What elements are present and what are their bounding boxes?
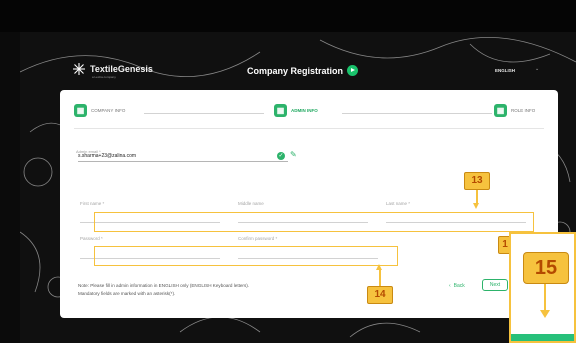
play-icon[interactable] (347, 65, 358, 76)
logo-icon (73, 63, 85, 75)
step-admin-info[interactable]: ▦ ADMIN INFO (274, 104, 318, 117)
name-fields-highlight[interactable] (94, 212, 534, 232)
note-line-2: Mandatory fields are marked with an aste… (78, 290, 176, 296)
annotation-badge-14: 14 (367, 286, 393, 304)
back-label: Back (453, 283, 465, 289)
step-label: ADMIN INFO (291, 108, 318, 113)
zoomed-next-button-edge (511, 334, 574, 341)
step-label: COMPANY INFO (91, 108, 126, 113)
email-underline (78, 161, 288, 162)
annotation-badge-13: 13 (464, 172, 490, 190)
page-title: Company Registration (247, 66, 344, 76)
divider (74, 128, 544, 129)
arrow-up-icon (376, 264, 382, 270)
building-icon: ▦ (74, 104, 87, 117)
building-icon: ▦ (494, 104, 507, 117)
zoom-callout-panel: 15 (509, 232, 576, 343)
logo-subtitle: a Lectra company (92, 75, 116, 79)
step-label: ROLE INFO (511, 108, 536, 113)
stepper-connector (144, 113, 264, 114)
app-header: TextileGenesis a Lectra company Company … (20, 32, 576, 82)
annotation-badge-15: 15 (523, 252, 569, 284)
check-circle-icon: ✓ (277, 152, 285, 160)
annotation-arrow (476, 190, 478, 204)
step-role-info[interactable]: ▦ ROLE INFO (494, 104, 535, 117)
form-note: Note: Please fill in admin information i… (78, 282, 378, 297)
confirm-password-label: Confirm password * (238, 236, 278, 241)
chevron-down-icon[interactable]: ⌄ (535, 66, 539, 72)
building-icon: ▦ (274, 104, 287, 117)
password-fields-highlight[interactable] (94, 246, 398, 266)
annotation-arrow (379, 270, 381, 286)
pencil-icon[interactable]: ✎ (290, 150, 297, 159)
annotation-arrow (544, 284, 546, 312)
language-selector[interactable]: ENGLISH (495, 68, 515, 73)
top-bar (0, 0, 576, 32)
note-line-1: Note: Please fill in admin information i… (78, 283, 250, 288)
arrow-down-icon (540, 310, 550, 318)
brand-logo[interactable]: TextileGenesis a Lectra company (72, 62, 153, 79)
stepper-connector (342, 113, 492, 114)
stepper: ▦ COMPANY INFO ▦ ADMIN INFO ▦ ROLE INFO (74, 102, 544, 122)
first-name-label: First name * (80, 201, 105, 206)
next-button[interactable]: Next (482, 279, 508, 291)
step-company-info[interactable]: ▦ COMPANY INFO (74, 104, 125, 117)
middle-name-label: Middle name (238, 201, 264, 206)
chevron-left-icon: ‹ (449, 283, 451, 289)
logo-text: TextileGenesis (90, 64, 153, 74)
back-button[interactable]: ‹ Back (449, 283, 465, 289)
admin-email-value: s.sharma+23@zalina.com (78, 153, 137, 159)
last-name-label: Last name * (386, 201, 411, 206)
arrow-down-icon (473, 203, 479, 209)
password-label: Password * (80, 236, 103, 241)
